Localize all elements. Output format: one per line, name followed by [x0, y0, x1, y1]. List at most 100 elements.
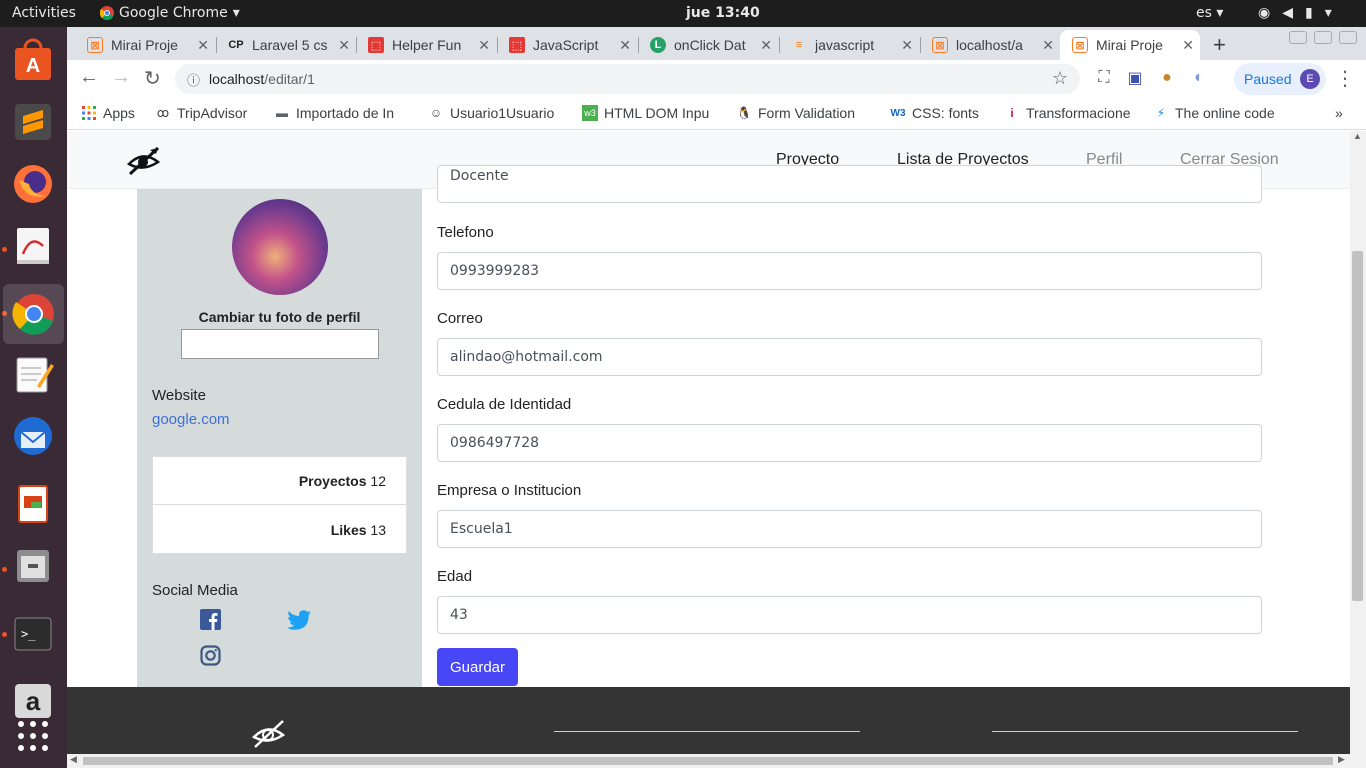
- edad-input[interactable]: 43: [437, 596, 1262, 634]
- scroll-up-icon[interactable]: ▲: [1353, 131, 1362, 141]
- url-path: /editar/1: [264, 71, 315, 87]
- instagram-icon[interactable]: [200, 645, 221, 671]
- eye-logo-icon[interactable]: [126, 144, 162, 181]
- telefono-input[interactable]: 0993999283: [437, 252, 1262, 290]
- close-window-button[interactable]: [1339, 31, 1357, 44]
- minimize-button[interactable]: [1289, 31, 1307, 44]
- maximize-button[interactable]: [1314, 31, 1332, 44]
- close-icon[interactable]: ✕: [1042, 37, 1054, 54]
- bookmark-html-dom[interactable]: w3 HTML DOM Inpu: [582, 105, 720, 121]
- scrollbar-thumb[interactable]: [1352, 251, 1363, 601]
- vertical-scrollbar[interactable]: ▲: [1350, 131, 1366, 754]
- smiley-icon: ☺: [429, 106, 443, 120]
- web-page: Proyecto Lista de Proyectos Perfil Cerra…: [67, 131, 1350, 754]
- system-tray[interactable]: ◉ ◀ ▮ ▾: [1258, 5, 1332, 21]
- star-icon[interactable]: ☆: [1052, 68, 1068, 89]
- battery-icon: ▮: [1305, 5, 1313, 21]
- browser-tab[interactable]: ⊠ localhost/a ✕: [920, 30, 1060, 60]
- text-editor-icon[interactable]: [9, 350, 57, 398]
- reader-extension-icon[interactable]: ▣: [1125, 68, 1145, 88]
- terminal-icon[interactable]: >_: [9, 610, 57, 658]
- cp-icon: CP: [228, 39, 244, 51]
- w3schools-icon: w3: [582, 105, 598, 121]
- scroll-right-icon[interactable]: ▶: [1338, 754, 1345, 765]
- close-icon[interactable]: ✕: [901, 37, 913, 54]
- bookmarks-bar: Apps ꝏ TripAdvisor ▬ Importado de In ☺ U…: [67, 98, 1366, 130]
- close-icon[interactable]: ✕: [478, 37, 490, 54]
- info-icon[interactable]: ⓘ: [187, 70, 200, 89]
- telefono-label: Telefono: [437, 224, 494, 241]
- browser-tab[interactable]: ⬚ JavaScript ✕: [497, 30, 637, 60]
- files-icon[interactable]: [9, 542, 57, 590]
- chrome-dock-icon[interactable]: [3, 284, 64, 344]
- thunderbird-icon[interactable]: [9, 412, 57, 460]
- scrollbar-thumb[interactable]: [83, 757, 1333, 765]
- close-icon[interactable]: ✕: [619, 37, 631, 54]
- facebook-icon[interactable]: [200, 609, 221, 635]
- close-icon[interactable]: ✕: [338, 37, 350, 54]
- activities-button[interactable]: Activities: [12, 5, 76, 21]
- empresa-input[interactable]: Escuela1: [437, 510, 1262, 548]
- app-menu[interactable]: Google Chrome ▾: [100, 5, 240, 21]
- footer-divider: [992, 731, 1298, 732]
- new-tab-button[interactable]: +: [1213, 32, 1226, 58]
- sublime-text-icon[interactable]: [9, 98, 57, 146]
- impress-icon[interactable]: [9, 480, 57, 528]
- language-label: es: [1196, 5, 1212, 21]
- website-link[interactable]: google.com: [152, 411, 230, 428]
- bookmark-label: Transformacione: [1026, 105, 1131, 121]
- menu-icon[interactable]: ⋮: [1335, 66, 1355, 91]
- occupation-input[interactable]: Docente: [437, 165, 1262, 203]
- close-icon[interactable]: ✕: [1182, 37, 1194, 54]
- document-viewer-icon[interactable]: [9, 222, 57, 270]
- browser-tab[interactable]: ⊠ Mirai Proje ✕: [75, 30, 215, 60]
- bookmark-tripadvisor[interactable]: ꝏ TripAdvisor: [155, 105, 247, 121]
- cedula-input[interactable]: 0986497728: [437, 424, 1262, 462]
- show-applications-icon[interactable]: [9, 712, 57, 760]
- folder-icon: ▬: [276, 106, 288, 120]
- reload-button[interactable]: ↻: [144, 66, 161, 91]
- browser-tab-active[interactable]: ⊠ Mirai Proje ✕: [1060, 30, 1200, 60]
- url-host: localhost: [209, 71, 265, 87]
- change-photo-label: Cambiar tu foto de perfil: [198, 309, 361, 325]
- bookmark-transformaciones[interactable]: i Transformacione: [1004, 105, 1137, 121]
- w3c-icon: W3: [890, 107, 906, 119]
- language-indicator[interactable]: es ▾: [1196, 5, 1223, 21]
- cookie-extension-icon[interactable]: ●: [1157, 68, 1177, 88]
- close-icon[interactable]: ✕: [760, 37, 772, 54]
- address-bar[interactable]: ⓘ localhost/editar/1 ☆: [175, 64, 1080, 94]
- browser-tab[interactable]: ⬚ Helper Fun ✕: [356, 30, 496, 60]
- browser-tab[interactable]: L onClick Dat ✕: [638, 30, 778, 60]
- photo-file-input[interactable]: [181, 329, 379, 359]
- software-center-icon[interactable]: A: [9, 36, 57, 84]
- correo-label: Correo: [437, 310, 483, 327]
- save-button[interactable]: Guardar: [437, 648, 518, 686]
- browser-toolbar: ← → ↻ ⓘ localhost/editar/1 ☆ ⛶ ▣ ● ◐ Pau…: [67, 60, 1366, 98]
- bookmark-apps[interactable]: Apps: [81, 105, 135, 121]
- bookmark-online-code[interactable]: ⚡ The online code: [1153, 105, 1293, 121]
- scroll-left-icon[interactable]: ◀: [70, 754, 77, 765]
- bookmark-label: CSS: fonts: [912, 105, 979, 121]
- stat-projects: Proyectos 12: [153, 457, 406, 505]
- stats-card: Proyectos 12 Likes 13: [152, 456, 407, 554]
- back-button[interactable]: ←: [79, 66, 99, 89]
- extension-icon[interactable]: ◐: [1189, 68, 1209, 88]
- firefox-icon[interactable]: [9, 160, 57, 208]
- correo-input[interactable]: alindao@hotmail.com: [437, 338, 1262, 376]
- forward-button[interactable]: →: [111, 66, 131, 89]
- browser-tab[interactable]: ≡ javascript ✕: [779, 30, 919, 60]
- bookmark-folder-imported[interactable]: ▬ Importado de In: [274, 105, 412, 121]
- screenshot-extension-icon[interactable]: ⛶: [1094, 68, 1114, 88]
- close-icon[interactable]: ✕: [197, 37, 209, 54]
- browser-tab[interactable]: CP Laravel 5 cs ✕: [216, 30, 356, 60]
- profile-button[interactable]: Paused E: [1234, 63, 1326, 95]
- bookmark-form-validation[interactable]: 🐧 Form Validation: [736, 105, 874, 121]
- clock[interactable]: jue 13:40: [686, 5, 760, 21]
- bookmark-css-fonts[interactable]: W3 CSS: fonts: [890, 105, 979, 121]
- more-bookmarks-icon[interactable]: »: [1335, 105, 1343, 121]
- bookmark-label: Apps: [103, 105, 135, 121]
- twitter-icon[interactable]: [287, 610, 311, 635]
- stat-likes: Likes 13: [153, 506, 406, 554]
- bookmark-usuario[interactable]: ☺ Usuario1Usuario: [428, 105, 566, 121]
- horizontal-scrollbar[interactable]: ◀ ▶: [67, 754, 1366, 768]
